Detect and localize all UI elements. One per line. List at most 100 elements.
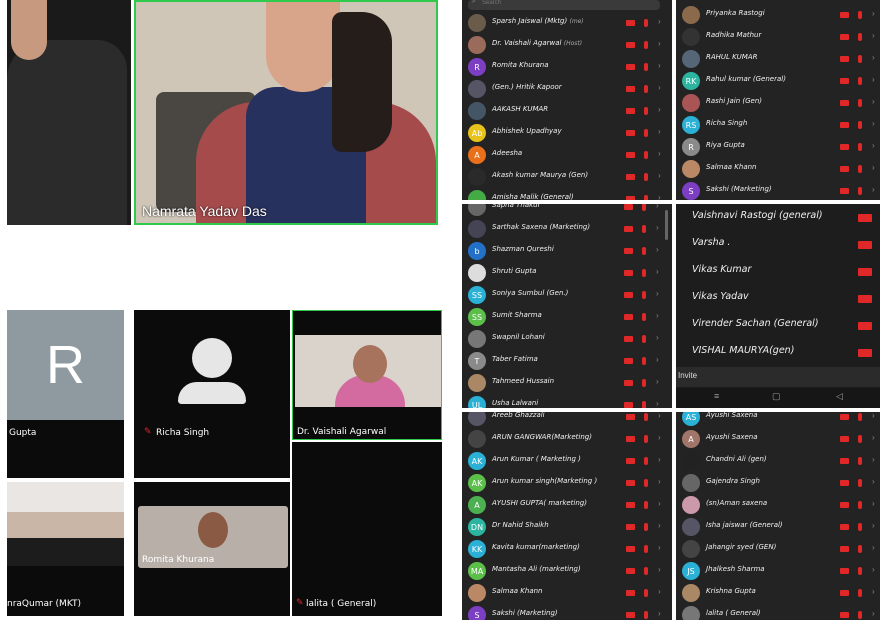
participant-row[interactable]: Priyanka Rastogi ›: [676, 4, 880, 26]
participant-row[interactable]: S Sakshi (Marketing) ›: [676, 180, 880, 200]
participant-row[interactable]: Vikas Yadav: [676, 285, 880, 311]
chevron-right-icon[interactable]: ›: [658, 412, 661, 420]
chevron-right-icon[interactable]: ›: [656, 311, 659, 320]
participant-row[interactable]: (Gen.) Hritik Kapoor ›: [462, 78, 672, 100]
participant-row[interactable]: b Shazman Qureshi ›: [462, 240, 672, 262]
participant-row[interactable]: Salmaa Khann ›: [462, 582, 672, 604]
participant-row[interactable]: Salmaa Khann ›: [676, 158, 880, 180]
chevron-right-icon[interactable]: ›: [658, 193, 661, 200]
chevron-right-icon[interactable]: ›: [656, 377, 659, 386]
video-tile-vaishali[interactable]: Dr. Vaishali Agarwal: [292, 310, 442, 440]
participant-row[interactable]: JS Jhalkesh Sharma ›: [676, 560, 880, 582]
scrollbar[interactable]: [665, 210, 668, 240]
back-icon[interactable]: ◁: [836, 391, 843, 402]
chevron-right-icon[interactable]: ›: [656, 399, 659, 408]
chevron-right-icon[interactable]: ›: [656, 223, 659, 232]
invite-bar[interactable]: Invite: [676, 367, 880, 387]
participant-row[interactable]: ARUN GANGWAR(Marketing) ›: [462, 428, 672, 450]
chevron-right-icon[interactable]: ›: [658, 477, 661, 486]
chevron-right-icon[interactable]: ›: [658, 455, 661, 464]
chevron-right-icon[interactable]: ›: [658, 433, 661, 442]
chevron-right-icon[interactable]: ›: [872, 97, 875, 106]
video-tile-romita[interactable]: Romita Khurana: [134, 482, 290, 616]
participant-row[interactable]: Dr. Vaishali Agarwal (Host) ›: [462, 34, 672, 56]
chevron-right-icon[interactable]: ›: [658, 609, 661, 618]
chevron-right-icon[interactable]: ›: [872, 53, 875, 62]
participant-row[interactable]: (sn)Aman saxena ›: [676, 494, 880, 516]
participant-row[interactable]: Gajendra Singh ›: [676, 472, 880, 494]
participant-row[interactable]: A Ayushi Saxena ›: [676, 428, 880, 450]
chevron-right-icon[interactable]: ›: [872, 412, 875, 420]
participant-row[interactable]: Virender Sachan (General): [676, 312, 880, 338]
participant-row[interactable]: AK Arun Kumar ( Marketing ) ›: [462, 450, 672, 472]
participant-row[interactable]: RK Rahul kumar (General) ›: [676, 70, 880, 92]
participant-row[interactable]: Varsha .: [676, 231, 880, 257]
video-tile-lalita[interactable]: ✎ lalita ( General): [292, 442, 442, 616]
chevron-right-icon[interactable]: ›: [656, 267, 659, 276]
participant-row[interactable]: AK Arun kumar singh(Marketing ) ›: [462, 472, 672, 494]
chevron-right-icon[interactable]: ›: [658, 565, 661, 574]
chevron-right-icon[interactable]: ›: [658, 149, 661, 158]
chevron-right-icon[interactable]: ›: [872, 141, 875, 150]
chevron-right-icon[interactable]: ›: [872, 587, 875, 596]
participant-row[interactable]: Vaishnavi Rastogi (general): [676, 204, 880, 230]
recents-icon[interactable]: ≡: [714, 391, 719, 401]
participant-row[interactable]: R Riya Gupta ›: [676, 136, 880, 158]
chevron-right-icon[interactable]: ›: [872, 163, 875, 172]
participant-row[interactable]: KK Kavita kumar(marketing) ›: [462, 538, 672, 560]
chevron-right-icon[interactable]: ›: [872, 477, 875, 486]
chevron-right-icon[interactable]: ›: [872, 433, 875, 442]
participant-row[interactable]: AS Ayushi Saxena ›: [676, 412, 880, 428]
chevron-right-icon[interactable]: ›: [658, 587, 661, 596]
chevron-right-icon[interactable]: ›: [658, 521, 661, 530]
participant-row[interactable]: A AYUSHI GUPTA( marketing) ›: [462, 494, 672, 516]
participant-row[interactable]: Krishna Gupta ›: [676, 582, 880, 604]
video-tile-namrata[interactable]: Namrata Yadav Das: [134, 0, 438, 225]
chevron-right-icon[interactable]: ›: [872, 609, 875, 618]
chevron-right-icon[interactable]: ›: [658, 499, 661, 508]
participant-row[interactable]: T Taber Fatima ›: [462, 350, 672, 372]
participant-row[interactable]: SS Sumit Sharma ›: [462, 306, 672, 328]
chevron-right-icon[interactable]: ›: [872, 9, 875, 18]
search-bar[interactable]: ⌕ Search: [468, 0, 660, 10]
participant-row[interactable]: Vikas Kumar: [676, 258, 880, 284]
participant-row[interactable]: Tahmeed Hussain ›: [462, 372, 672, 394]
chevron-right-icon[interactable]: ›: [872, 499, 875, 508]
participant-row[interactable]: Sparsh Jaiswal (Mktg) (me) ›: [462, 12, 672, 34]
chevron-right-icon[interactable]: ›: [658, 39, 661, 48]
chevron-right-icon[interactable]: ›: [658, 171, 661, 180]
participant-row[interactable]: Akash kumar Maurya (Gen) ›: [462, 166, 672, 188]
chevron-right-icon[interactable]: ›: [656, 333, 659, 342]
chevron-right-icon[interactable]: ›: [872, 521, 875, 530]
chevron-right-icon[interactable]: ›: [872, 543, 875, 552]
participant-row[interactable]: RS Richa Singh ›: [676, 114, 880, 136]
chevron-right-icon[interactable]: ›: [872, 455, 875, 464]
chevron-right-icon[interactable]: ›: [872, 31, 875, 40]
participant-row[interactable]: R Romita Khurana ›: [462, 56, 672, 78]
video-tile-gupta[interactable]: R Gupta: [7, 310, 124, 478]
participant-row[interactable]: Amisha Malik (General) ›: [462, 188, 672, 200]
chevron-right-icon[interactable]: ›: [658, 543, 661, 552]
participant-row[interactable]: Areeb Ghazzali ›: [462, 412, 672, 428]
chevron-right-icon[interactable]: ›: [872, 75, 875, 84]
participant-row[interactable]: Radhika Mathur ›: [676, 26, 880, 48]
participant-row[interactable]: RAHUL KUMAR ›: [676, 48, 880, 70]
participant-row[interactable]: DN Dr Nahid Shaikh ›: [462, 516, 672, 538]
chevron-right-icon[interactable]: ›: [656, 204, 659, 210]
chevron-right-icon[interactable]: ›: [658, 61, 661, 70]
chevron-right-icon[interactable]: ›: [872, 119, 875, 128]
video-tile-qumar[interactable]: nraQumar (MKT): [7, 482, 124, 616]
participant-row[interactable]: SS Soniya Sumbul (Gen.) ›: [462, 284, 672, 306]
participant-row[interactable]: MA Mantasha Ali (marketing) ›: [462, 560, 672, 582]
home-icon[interactable]: ▢: [772, 391, 781, 402]
chevron-right-icon[interactable]: ›: [658, 83, 661, 92]
participant-row[interactable]: lalita ( General) ›: [676, 604, 880, 620]
chevron-right-icon[interactable]: ›: [658, 105, 661, 114]
participant-row[interactable]: UL Usha Lalwani ›: [462, 394, 672, 408]
chevron-right-icon[interactable]: ›: [658, 17, 661, 26]
participant-row[interactable]: S Sakshi (Marketing) ›: [462, 604, 672, 620]
participant-row[interactable]: Ab Abhishek Upadhyay ›: [462, 122, 672, 144]
participant-row[interactable]: Sarthak Saxena (Marketing) ›: [462, 218, 672, 240]
chevron-right-icon[interactable]: ›: [872, 565, 875, 574]
participant-row[interactable]: Chandni Ali (gen) ›: [676, 450, 880, 472]
